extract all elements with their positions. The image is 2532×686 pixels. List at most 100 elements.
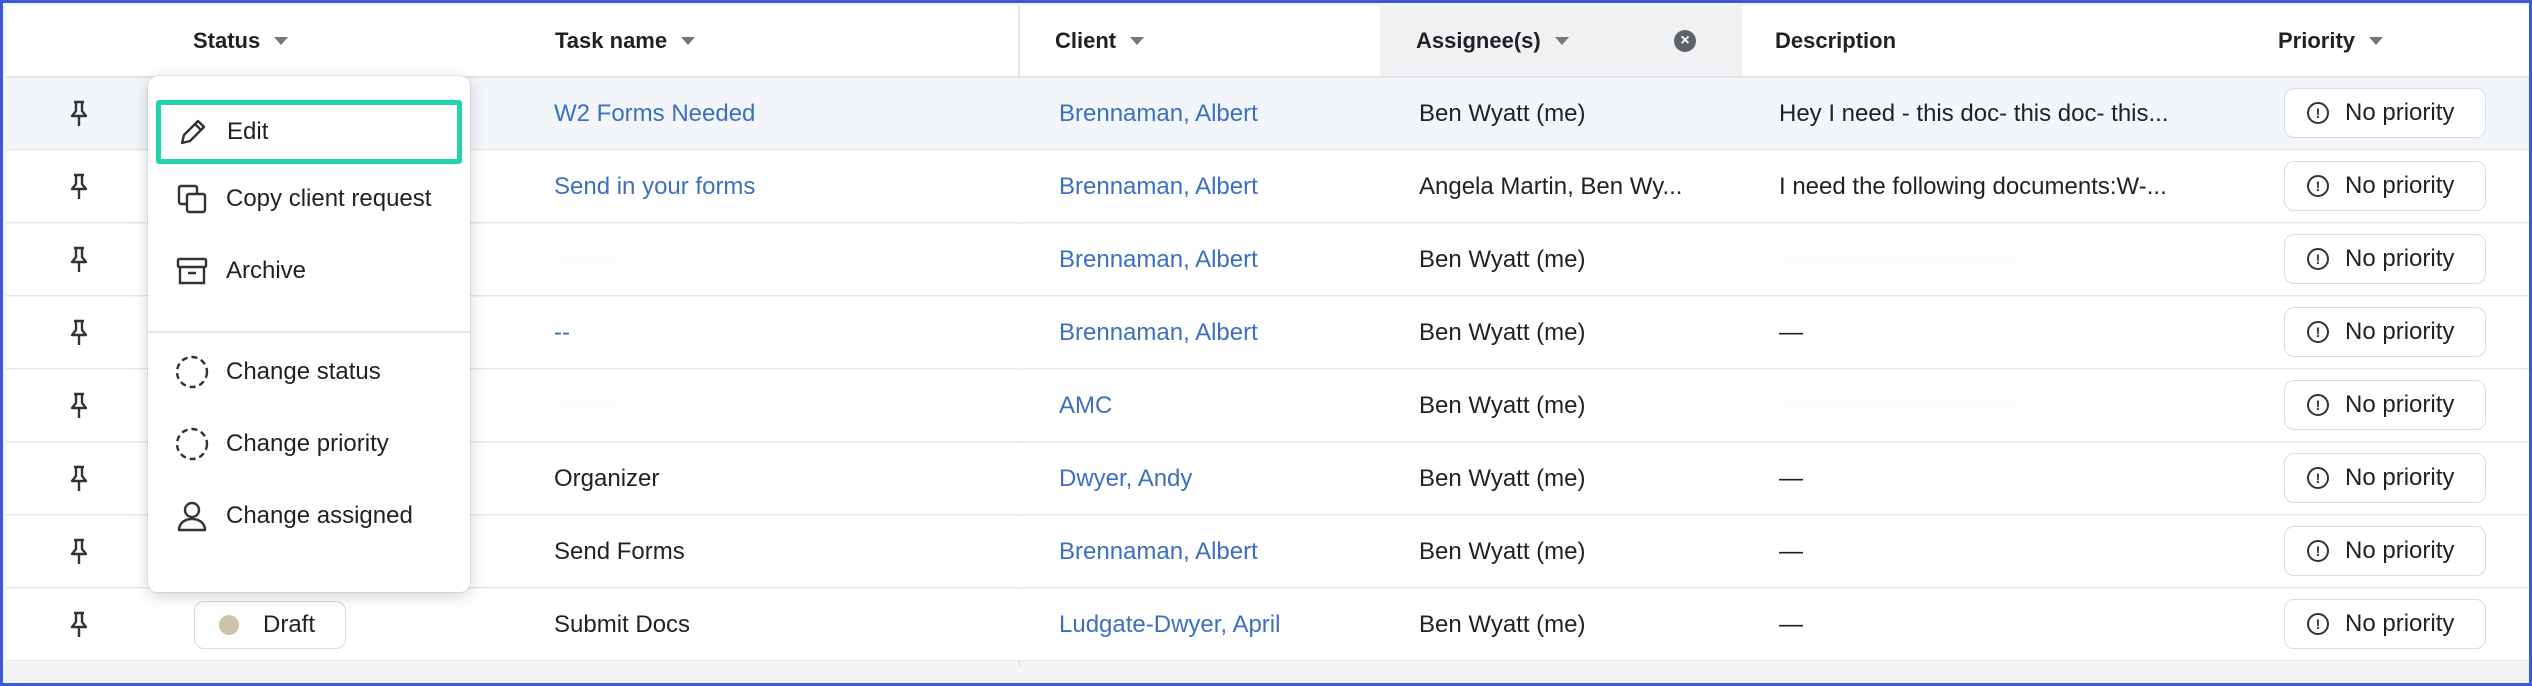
alert-circle-icon: ! — [2307, 248, 2329, 270]
assignee-cell: Ben Wyatt (me) — [1419, 319, 1586, 346]
menu-item-edit[interactable]: Edit — [156, 100, 462, 164]
header-priority[interactable]: Priority — [2278, 6, 2384, 76]
menu-item-change-status[interactable]: Change status — [148, 340, 470, 404]
priority-label: No priority — [2345, 610, 2455, 637]
clear-filter-icon[interactable]: × — [1674, 30, 1696, 52]
table-header: Status Task name Client Assignee(s) × De… — [6, 6, 2529, 78]
assignee-cell: Ben Wyatt (me) — [1419, 538, 1586, 565]
priority-label: No priority — [2345, 245, 2455, 272]
client-link[interactable]: Ludgate-Dwyer, April — [1059, 589, 1280, 661]
menu-item-label: Archive — [226, 257, 307, 284]
pin-icon[interactable] — [64, 516, 94, 588]
pin-icon[interactable] — [64, 589, 94, 661]
copy-icon — [174, 181, 210, 217]
menu-item-label: Change priority — [226, 430, 389, 457]
context-menu: Edit Copy client request Archive Change … — [148, 76, 470, 592]
menu-item-label: Change assigned — [226, 502, 413, 529]
description-cell: ······························ — [1779, 246, 2019, 273]
menu-divider — [148, 331, 470, 333]
priority-button[interactable]: ! No priority — [2284, 453, 2486, 503]
alert-circle-icon: ! — [2307, 175, 2329, 197]
chevron-down-icon — [274, 37, 289, 45]
description-cell: — — [1779, 538, 1803, 565]
header-status-label: Status — [193, 28, 261, 53]
menu-item-change-assigned[interactable]: Change assigned — [148, 484, 470, 548]
priority-button[interactable]: ! No priority — [2284, 307, 2486, 357]
menu-item-label: Edit — [227, 118, 269, 145]
header-description-label: Description — [1775, 28, 1897, 53]
chevron-down-icon — [1554, 37, 1569, 45]
priority-label: No priority — [2345, 318, 2455, 345]
task-name-link[interactable]: ········ — [554, 370, 618, 442]
client-link[interactable]: AMC — [1059, 370, 1112, 442]
menu-item-label: Copy client request — [226, 185, 432, 212]
priority-button[interactable]: ! No priority — [2284, 234, 2486, 284]
priority-button[interactable]: ! No priority — [2284, 599, 2486, 649]
header-description[interactable]: Description — [1775, 6, 1896, 76]
pin-icon[interactable] — [64, 370, 94, 442]
chevron-down-icon — [681, 37, 696, 45]
pin-icon[interactable] — [64, 78, 94, 150]
task-name-link[interactable]: ········ — [554, 224, 618, 296]
pencil-icon — [175, 114, 211, 150]
priority-button[interactable]: ! No priority — [2284, 526, 2486, 576]
header-client[interactable]: Client — [1055, 6, 1145, 76]
pin-icon[interactable] — [64, 224, 94, 296]
menu-item-copy-client-request[interactable]: Copy client request — [148, 167, 470, 231]
header-task-name[interactable]: Task name — [555, 6, 696, 76]
assignee-cell: Ben Wyatt (me) — [1419, 100, 1586, 127]
pin-icon[interactable] — [64, 443, 94, 515]
alert-circle-icon: ! — [2307, 394, 2329, 416]
description-cell: — — [1779, 465, 1803, 492]
priority-label: No priority — [2345, 537, 2455, 564]
task-name-link[interactable]: -- — [554, 297, 570, 369]
priority-label: No priority — [2345, 464, 2455, 491]
pin-icon[interactable] — [64, 151, 94, 223]
pin-icon[interactable] — [64, 297, 94, 369]
task-name-link[interactable]: Send in your forms — [554, 151, 755, 223]
client-link[interactable]: Dwyer, Andy — [1059, 443, 1192, 515]
priority-button[interactable]: ! No priority — [2284, 380, 2486, 430]
task-name-cell[interactable]: Send Forms — [554, 516, 685, 588]
alert-circle-icon: ! — [2307, 540, 2329, 562]
task-name-link[interactable]: W2 Forms Needed — [554, 78, 755, 150]
table-row[interactable]: Draft Submit Docs Ludgate-Dwyer, April B… — [6, 589, 2529, 661]
assignee-cell: Ben Wyatt (me) — [1419, 611, 1586, 638]
assignee-cell: Angela Martin, Ben Wy... — [1419, 173, 1683, 200]
header-assignees-label: Assignee(s) — [1416, 28, 1541, 53]
menu-item-label: Change status — [226, 358, 381, 385]
alert-circle-icon: ! — [2307, 467, 2329, 489]
menu-item-archive[interactable]: Archive — [148, 239, 470, 303]
header-status[interactable]: Status — [193, 6, 289, 76]
status-dot — [219, 615, 239, 635]
assignee-cell: Ben Wyatt (me) — [1419, 465, 1586, 492]
alert-circle-icon: ! — [2307, 613, 2329, 635]
assignee-cell: Ben Wyatt (me) — [1419, 392, 1586, 419]
header-assignees[interactable]: Assignee(s) × — [1380, 6, 1742, 76]
priority-label: No priority — [2345, 172, 2455, 199]
chevron-down-icon — [1130, 37, 1145, 45]
alert-circle-icon: ! — [2307, 321, 2329, 343]
dashed-circle-icon — [174, 354, 210, 390]
menu-item-change-priority[interactable]: Change priority — [148, 412, 470, 476]
client-link[interactable]: Brennaman, Albert — [1059, 151, 1258, 223]
task-name-cell[interactable]: Organizer — [554, 443, 659, 515]
alert-circle-icon: ! — [2307, 102, 2329, 124]
status-badge[interactable]: Draft — [194, 601, 346, 649]
archive-icon — [174, 253, 210, 289]
description-cell: ······························ — [1779, 392, 2019, 419]
client-link[interactable]: Brennaman, Albert — [1059, 224, 1258, 296]
description-cell: — — [1779, 319, 1803, 346]
priority-label: No priority — [2345, 99, 2455, 126]
client-link[interactable]: Brennaman, Albert — [1059, 516, 1258, 588]
description-cell: — — [1779, 611, 1803, 638]
client-link[interactable]: Brennaman, Albert — [1059, 78, 1258, 150]
header-task-name-label: Task name — [555, 28, 668, 53]
assignee-cell: Ben Wyatt (me) — [1419, 246, 1586, 273]
client-link[interactable]: Brennaman, Albert — [1059, 297, 1258, 369]
priority-button[interactable]: ! No priority — [2284, 161, 2486, 211]
chevron-down-icon — [2369, 37, 2384, 45]
task-name-cell[interactable]: Submit Docs — [554, 589, 690, 661]
priority-button[interactable]: ! No priority — [2284, 88, 2486, 138]
description-cell: Hey I need - this doc- this doc- this... — [1779, 100, 2169, 127]
